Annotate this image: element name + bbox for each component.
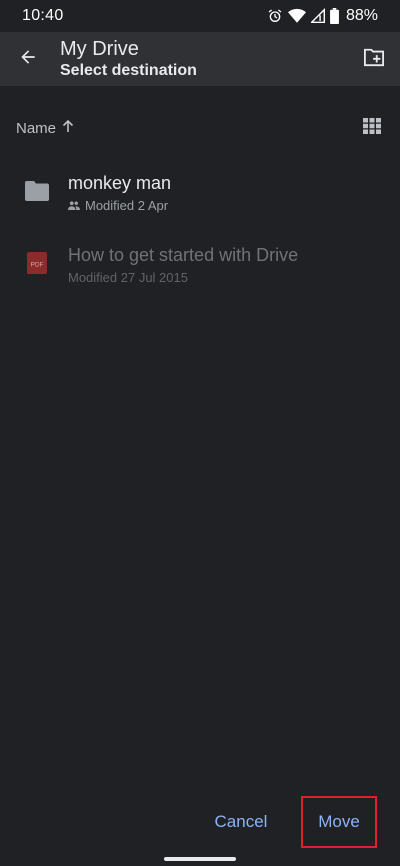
signal-icon <box>310 8 325 24</box>
bottom-actions: Cancel Move <box>0 796 400 848</box>
shared-people-icon <box>68 198 80 213</box>
title-block: My Drive Select destination <box>56 37 348 81</box>
sort-by-name-button[interactable]: Name <box>16 119 74 137</box>
pdf-icon-label: PDF <box>31 261 44 268</box>
file-modified: Modified 27 Jul 2015 <box>68 270 188 285</box>
file-icon-wrap <box>0 180 68 206</box>
status-time: 10:40 <box>22 7 64 24</box>
file-name: How to get started with Drive <box>68 245 299 265</box>
wifi-icon <box>287 8 306 24</box>
file-name: monkey man <box>68 173 172 193</box>
file-modified: Modified 2 Apr <box>85 198 169 213</box>
battery-percent: 88% <box>345 7 378 24</box>
move-button[interactable]: Move <box>301 796 377 848</box>
sort-row: Name <box>0 108 400 148</box>
page-title: My Drive <box>60 38 139 60</box>
page-subtitle: Select destination <box>60 62 197 79</box>
pdf-icon: PDF <box>27 251 47 279</box>
file-item-getting-started: PDF How to get started with Drive Modifi… <box>0 233 400 297</box>
new-folder-icon <box>363 47 385 72</box>
app-bar: My Drive Select destination <box>0 32 400 86</box>
grid-view-button[interactable] <box>360 116 384 140</box>
file-text: monkey man Modified 2 Apr <box>68 173 400 213</box>
file-meta: Modified 2 Apr <box>68 198 400 213</box>
arrow-back-icon <box>18 47 38 72</box>
status-bar: 10:40 88% <box>0 0 400 32</box>
new-folder-button[interactable] <box>348 32 400 86</box>
cancel-button[interactable]: Cancel <box>200 796 282 848</box>
arrow-up-icon <box>62 119 74 137</box>
file-icon-wrap: PDF <box>0 251 68 279</box>
battery-icon <box>330 8 339 24</box>
alarm-icon <box>267 8 283 24</box>
sort-label: Name <box>16 119 57 137</box>
home-indicator[interactable] <box>164 857 236 861</box>
grid-view-icon <box>363 117 381 139</box>
file-text: How to get started with Drive Modified 2… <box>68 245 400 285</box>
back-button[interactable] <box>0 32 56 86</box>
folder-icon <box>25 180 49 206</box>
file-item-monkey-man[interactable]: monkey man Modified 2 Apr <box>0 161 400 225</box>
status-icons: 88% <box>267 7 378 25</box>
file-meta: Modified 27 Jul 2015 <box>68 270 400 285</box>
drive-move-screen: 10:40 88% My Drive Select destination Na… <box>0 0 400 866</box>
